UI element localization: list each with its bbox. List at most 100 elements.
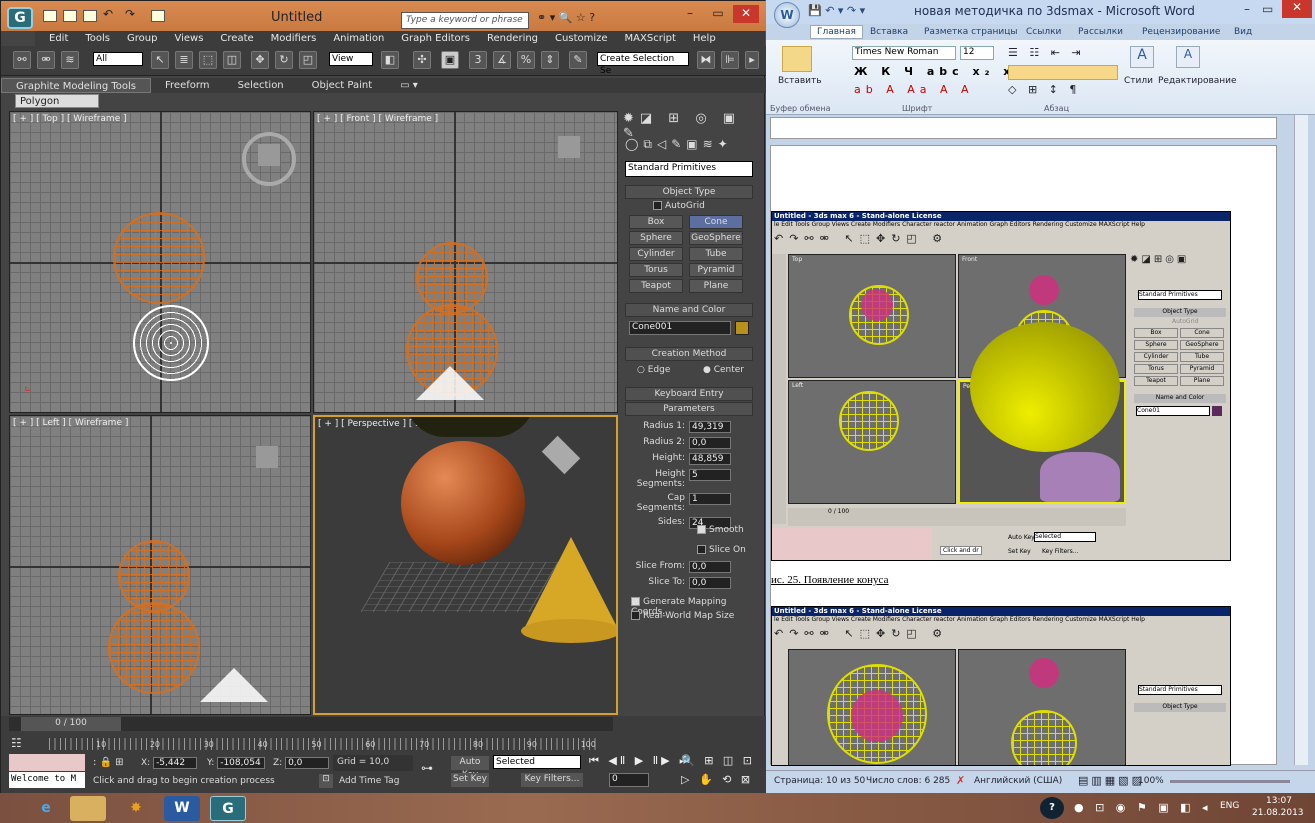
rollout-parameters[interactable]: Parameters — [625, 402, 753, 416]
viewport-label[interactable]: [ + ] [ Top ] [ Wireframe ] — [13, 114, 127, 124]
radius1-spinner[interactable]: 49,319 — [689, 421, 731, 433]
angle-snap-icon[interactable]: ∡ — [493, 51, 511, 69]
paste-button[interactable]: Вставить — [778, 76, 822, 86]
viewcube[interactable] — [558, 136, 580, 158]
coord-y-field[interactable]: -108,054 — [217, 757, 266, 769]
viewport-label[interactable]: [ + ] [ Front ] [ Wireframe ] — [317, 114, 438, 124]
coord-z-field[interactable]: 0,0 — [285, 757, 330, 769]
zoom-slider[interactable] — [1170, 780, 1290, 783]
tab-review[interactable]: Рецензирование — [1142, 27, 1220, 37]
vertical-scrollbar[interactable] — [1294, 115, 1308, 765]
keyboard-shortcut-toggle-icon[interactable]: ▣ — [441, 51, 459, 69]
cone-selected-wireframe[interactable] — [133, 305, 209, 381]
smooth-checkbox[interactable]: Smooth — [697, 525, 744, 535]
quick-access-icons[interactable]: 💾 ↶ ▾ ↷ ▾ — [808, 4, 865, 17]
primitives-dropdown[interactable]: Standard Primitives — [625, 161, 753, 177]
project-folder-icon[interactable] — [151, 10, 165, 22]
autogrid-checkbox[interactable]: AutoGrid — [653, 201, 705, 211]
sphere-top-shaded[interactable] — [405, 417, 535, 437]
sphere-wireframe[interactable] — [113, 212, 205, 304]
auto-key-button[interactable]: Auto Key — [451, 756, 489, 780]
slice-from-spinner[interactable]: 0,0 — [689, 561, 731, 573]
tray-icons[interactable]: ● ⊡ ◉ ⚑ ▣ ◧ ◂ — [1074, 801, 1212, 814]
select-object-icon[interactable]: ↖ — [151, 51, 169, 69]
viewport-nav-icons[interactable]: 🔍 ⊞ ◫ ⊡ — [681, 754, 755, 767]
edit-named-sel-icon[interactable]: ✎ — [569, 51, 587, 69]
select-manipulate-icon[interactable]: ✣ — [413, 51, 431, 69]
cone-wireframe[interactable] — [200, 668, 268, 702]
menu-help[interactable]: Help — [693, 31, 716, 46]
cone-wireframe[interactable] — [416, 366, 484, 400]
playback-controls[interactable]: ⏮ ◀Ⅱ ▶ Ⅱ▶ ⏭ — [589, 754, 692, 768]
current-frame-field[interactable]: 0 — [609, 773, 649, 787]
open-file-icon[interactable] — [63, 10, 77, 22]
ie-icon[interactable]: e — [28, 796, 64, 821]
paint-icon[interactable]: ✸ — [118, 796, 154, 821]
search-input[interactable]: Type a keyword or phrase — [401, 12, 529, 29]
sphere-button[interactable]: Sphere — [629, 231, 683, 245]
snaps-toggle-icon[interactable]: 3 — [469, 51, 487, 69]
reference-coord-dropdown[interactable]: View — [329, 52, 373, 66]
unlink-icon[interactable]: ⚮ — [37, 51, 55, 69]
viewcube[interactable] — [258, 144, 280, 166]
slice-on-checkbox[interactable]: Slice On — [697, 545, 746, 555]
menu-rendering[interactable]: Rendering — [487, 31, 538, 46]
radius2-spinner[interactable]: 0,0 — [689, 437, 731, 449]
word-taskbar-icon[interactable]: W — [164, 796, 200, 821]
time-slider-thumb[interactable]: 0 / 100 — [21, 717, 121, 731]
polygon-modeling-tab[interactable]: Polygon Modeling — [15, 94, 99, 121]
menu-animation[interactable]: Animation — [333, 31, 384, 46]
height-spinner[interactable]: 48,859 — [689, 453, 731, 465]
language-indicator[interactable]: Английский (США) — [974, 776, 1062, 786]
help-tray-icon[interactable]: ? — [1040, 797, 1064, 819]
rollout-name-color[interactable]: Name and Color — [625, 303, 753, 317]
align-icon[interactable]: ⊫ — [721, 51, 739, 69]
rollout-keyboard-entry[interactable]: Keyboard Entry — [625, 387, 753, 401]
cone-shaded[interactable] — [525, 537, 616, 627]
coord-x-field[interactable]: -5,442 — [153, 757, 198, 769]
viewport-top[interactable]: [ + ] [ Top ] [ Wireframe ] ⊾ — [9, 111, 311, 413]
height-segments-spinner[interactable]: 5 — [689, 469, 731, 481]
cylinder-button[interactable]: Cylinder — [629, 247, 683, 261]
mirror-icon[interactable]: ⧓ — [697, 51, 715, 69]
slice-to-spinner[interactable]: 0,0 — [689, 577, 731, 589]
add-time-tag[interactable]: Add Time Tag — [339, 776, 399, 786]
create-category-icons[interactable]: ◯⧉◁✎▣≋✦ — [625, 137, 755, 153]
zoom-level[interactable]: 100% — [1138, 776, 1164, 786]
scale-icon[interactable]: ◰ — [299, 51, 317, 69]
time-tag-icon[interactable]: ⊡ — [319, 774, 333, 788]
undo-icon[interactable]: ↶ — [103, 7, 117, 21]
pivot-center-icon[interactable]: ◧ — [381, 51, 399, 69]
tab-page-layout[interactable]: Разметка страницы — [924, 27, 1018, 37]
infocenter-icons[interactable]: ⚭ ▾ 🔍 ☆ ? — [537, 11, 617, 27]
max-taskbar-icon[interactable]: G — [210, 796, 246, 821]
menu-create[interactable]: Create — [220, 31, 253, 46]
font-name-dropdown[interactable]: Times New Roman — [852, 46, 956, 60]
teapot-button[interactable]: Teapot — [629, 279, 683, 293]
viewport-front[interactable]: [ + ] [ Front ] [ Wireframe ] — [313, 111, 618, 413]
object-name-field[interactable]: Cone001 — [629, 321, 731, 335]
sphere-wireframe[interactable] — [108, 602, 200, 694]
tube-button[interactable]: Tube — [689, 247, 743, 261]
menu-graph-editors[interactable]: Graph Editors — [401, 31, 470, 46]
viewcube[interactable] — [256, 446, 278, 468]
move-icon[interactable]: ✥ — [251, 51, 269, 69]
new-file-icon[interactable] — [43, 10, 57, 22]
object-color-swatch[interactable] — [735, 321, 749, 335]
language-tray[interactable]: ENG — [1220, 801, 1239, 811]
max-app-icon[interactable]: G — [7, 7, 33, 29]
menu-maxscript[interactable]: MAXScript — [625, 31, 676, 46]
document-page[interactable]: Untitled - 3ds max 6 - Stand-alone Licen… — [770, 145, 1277, 766]
menu-customize[interactable]: Customize — [555, 31, 608, 46]
tab-freeform[interactable]: Freeform — [151, 78, 224, 93]
plane-button[interactable]: Plane — [689, 279, 743, 293]
cone-button[interactable]: Cone — [689, 215, 743, 229]
rect-selection-icon[interactable]: ⬚ — [199, 51, 217, 69]
box-button[interactable]: Box — [629, 215, 683, 229]
key-icon[interactable]: ⊶ — [421, 761, 433, 775]
office-button[interactable]: W — [774, 2, 800, 28]
menu-views[interactable]: Views — [174, 31, 203, 46]
styles-icon[interactable]: A — [1130, 46, 1154, 68]
tab-object-paint[interactable]: Object Paint — [298, 78, 387, 93]
editing-icon[interactable]: A — [1176, 46, 1200, 68]
